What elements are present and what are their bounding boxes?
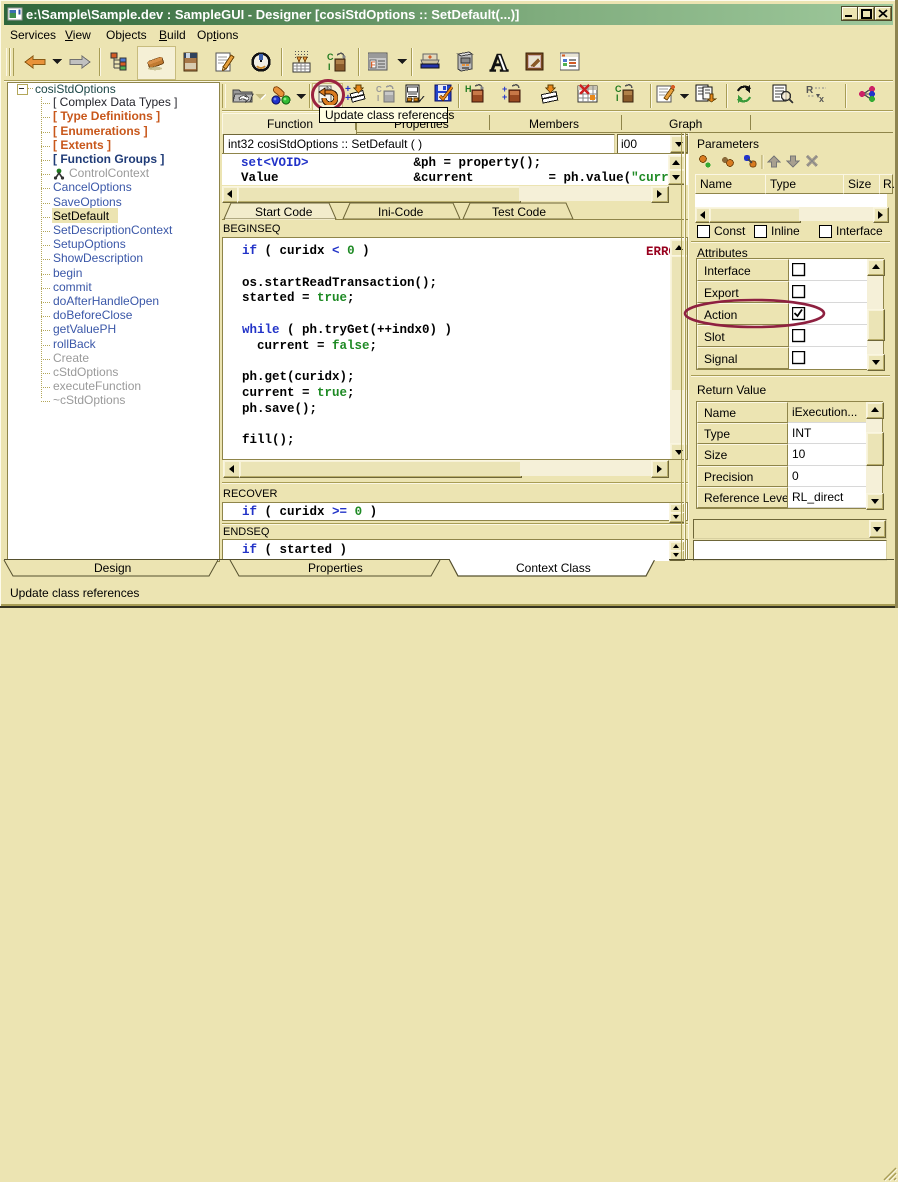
svg-text:F: F — [371, 61, 376, 70]
svg-text:C: C — [327, 52, 334, 62]
svg-text:C: C — [376, 85, 382, 94]
svg-text:H: H — [465, 84, 472, 94]
svg-text:R: R — [806, 85, 814, 96]
svg-text:I: I — [328, 62, 331, 72]
svg-text:I: I — [377, 94, 379, 103]
svg-text:I: I — [616, 93, 619, 103]
svg-text:A: A — [490, 50, 508, 74]
svg-text:x: x — [819, 94, 824, 104]
svg-text:+: + — [502, 92, 507, 102]
